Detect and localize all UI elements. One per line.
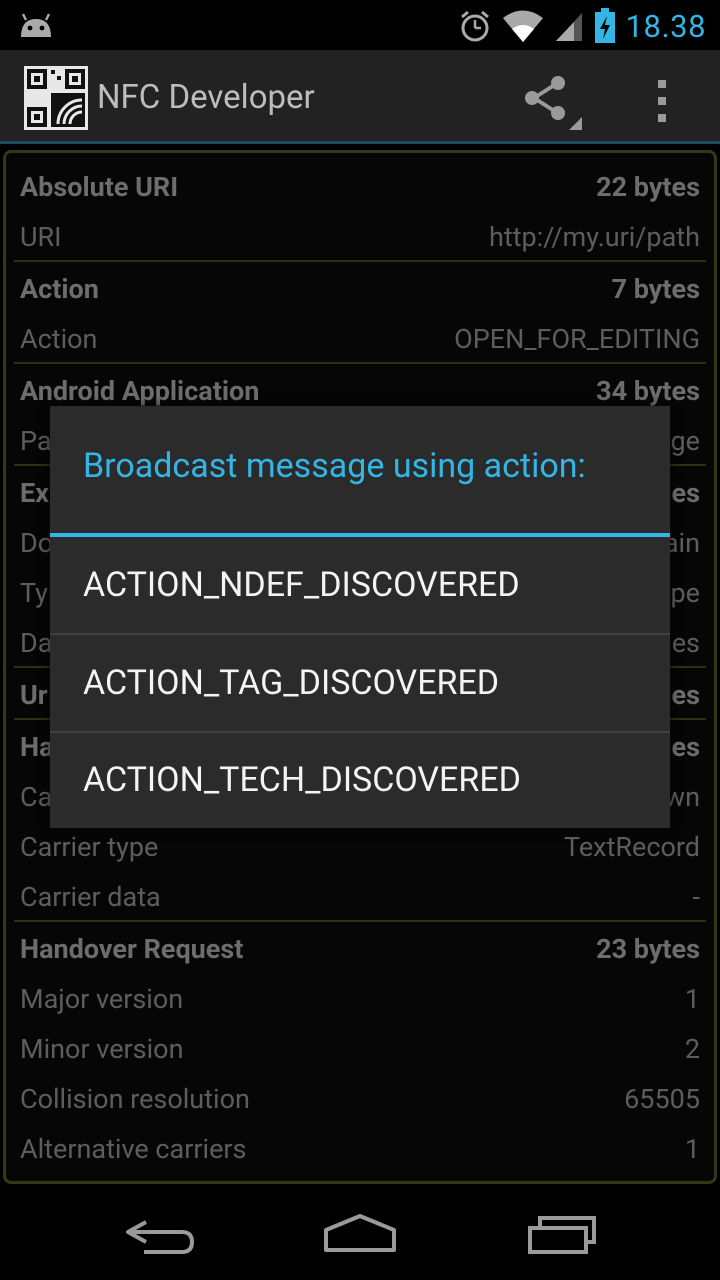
- signal-icon: [555, 13, 582, 41]
- home-icon[interactable]: [322, 1208, 398, 1260]
- option-label: ACTION_TECH_DISCOVERED: [83, 760, 521, 800]
- navigation-bar: [0, 1188, 720, 1280]
- status-bar: 18.38: [0, 0, 720, 50]
- back-icon[interactable]: [124, 1208, 196, 1260]
- android-icon: [21, 13, 51, 37]
- option-tag-discovered[interactable]: ACTION_TAG_DISCOVERED: [50, 635, 670, 731]
- dialog-title: Broadcast message using action:: [83, 446, 586, 486]
- share-icon[interactable]: [520, 72, 584, 132]
- option-tech-discovered[interactable]: ACTION_TECH_DISCOVERED: [50, 732, 670, 828]
- wifi-icon: [502, 10, 543, 42]
- action-bar: NFC Developer: [0, 50, 720, 144]
- clock: 18.38: [625, 7, 706, 45]
- app-title: NFC Developer: [97, 78, 315, 117]
- broadcast-dialog: Broadcast message using action: ACTION_N…: [50, 406, 670, 828]
- option-label: ACTION_NDEF_DISCOVERED: [83, 565, 520, 605]
- recents-icon[interactable]: [526, 1208, 598, 1260]
- option-ndef-discovered[interactable]: ACTION_NDEF_DISCOVERED: [50, 537, 670, 633]
- battery-charging-icon: [594, 8, 615, 43]
- alarm-icon: [460, 10, 489, 42]
- overflow-menu-icon[interactable]: [652, 78, 672, 124]
- app-logo-icon[interactable]: [24, 66, 88, 130]
- option-label: ACTION_TAG_DISCOVERED: [83, 663, 500, 703]
